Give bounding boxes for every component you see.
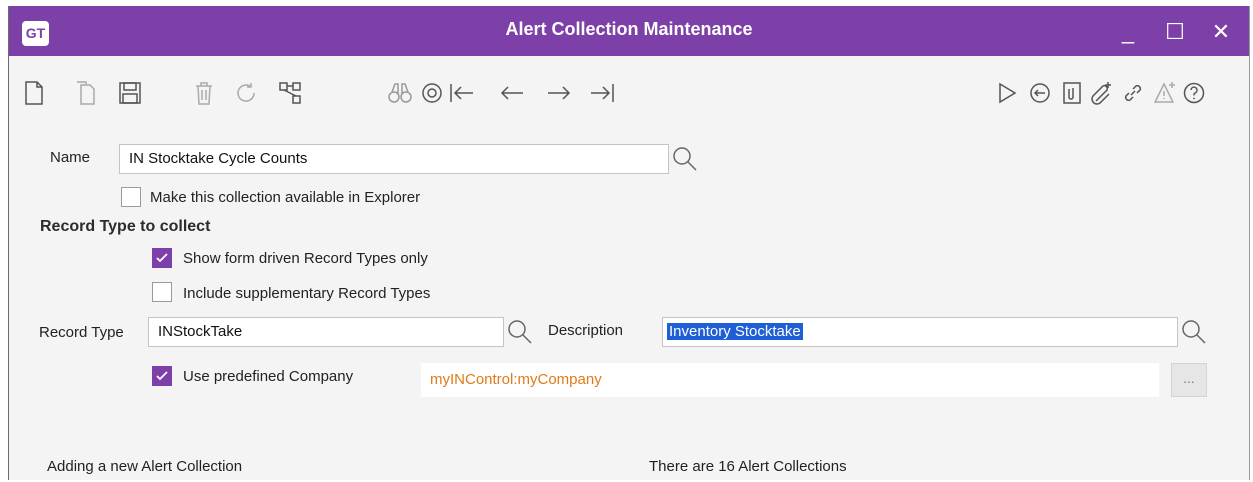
last-record-icon[interactable] [589, 78, 615, 110]
minimize-button[interactable]: _ [1112, 18, 1144, 46]
description-search-icon[interactable] [1180, 318, 1208, 346]
toolbar [9, 56, 1249, 132]
checkmark-icon [156, 371, 168, 381]
explorer-checkbox[interactable] [121, 187, 141, 207]
name-label: Name [50, 149, 91, 166]
record-type-section-title: Record Type to collect [40, 218, 211, 235]
record-type-field[interactable]: INStockTake [148, 317, 504, 347]
new-document-icon[interactable] [21, 78, 47, 110]
delete-icon[interactable] [191, 78, 217, 110]
predefined-company-field: myINControl:myCompany [421, 363, 1159, 397]
run-icon[interactable] [994, 78, 1020, 110]
status-right: There are 16 Alert Collections [649, 458, 847, 475]
record-type-label: Record Type [39, 324, 124, 341]
status-left: Adding a new Alert Collection [47, 458, 243, 475]
ellipsis-button[interactable]: ... [1171, 363, 1207, 397]
name-search-icon[interactable] [671, 145, 699, 173]
name-field[interactable]: IN Stocktake Cycle Counts [119, 144, 669, 174]
window-title: Alert Collection Maintenance [505, 19, 753, 39]
supplementary-checkbox[interactable] [152, 282, 172, 302]
description-label: Description [548, 322, 624, 339]
link-icon[interactable] [1120, 78, 1146, 110]
copy-document-icon[interactable] [73, 78, 99, 110]
first-record-icon[interactable] [449, 78, 475, 110]
next-record-icon[interactable] [546, 78, 572, 110]
help-icon[interactable] [1181, 78, 1207, 110]
title-bar[interactable]: GT Alert Collection Maintenance _ ☐ ✕ [9, 6, 1249, 56]
previous-record-icon[interactable] [499, 78, 525, 110]
form-driven-label: Show form driven Record Types only [183, 250, 428, 267]
predefined-company-label: Use predefined Company [183, 368, 354, 385]
maximize-button[interactable]: ☐ [1159, 18, 1191, 46]
checkmark-icon [156, 253, 168, 263]
binoculars-icon[interactable] [387, 78, 413, 110]
form-driven-checkbox[interactable] [152, 248, 172, 268]
predefined-company-checkbox[interactable] [152, 366, 172, 386]
hierarchy-icon[interactable] [277, 78, 303, 110]
alert-add-icon[interactable] [1152, 78, 1178, 110]
explorer-label: Make this collection available in Explor… [150, 189, 421, 206]
close-button[interactable]: ✕ [1205, 18, 1237, 46]
description-field[interactable]: Inventory Stocktake [662, 317, 1178, 347]
save-icon[interactable] [117, 78, 143, 110]
attach-add-icon[interactable] [1089, 78, 1115, 110]
goto-icon[interactable] [419, 78, 445, 110]
back-circle-icon[interactable] [1027, 78, 1053, 110]
description-selected-text: Inventory Stocktake [667, 323, 803, 340]
record-type-search-icon[interactable] [506, 318, 534, 346]
supplementary-label: Include supplementary Record Types [183, 285, 431, 302]
app-window: GT Alert Collection Maintenance _ ☐ ✕ Na… [8, 6, 1250, 480]
refresh-icon[interactable] [233, 78, 259, 110]
attach-document-icon[interactable] [1059, 78, 1085, 110]
